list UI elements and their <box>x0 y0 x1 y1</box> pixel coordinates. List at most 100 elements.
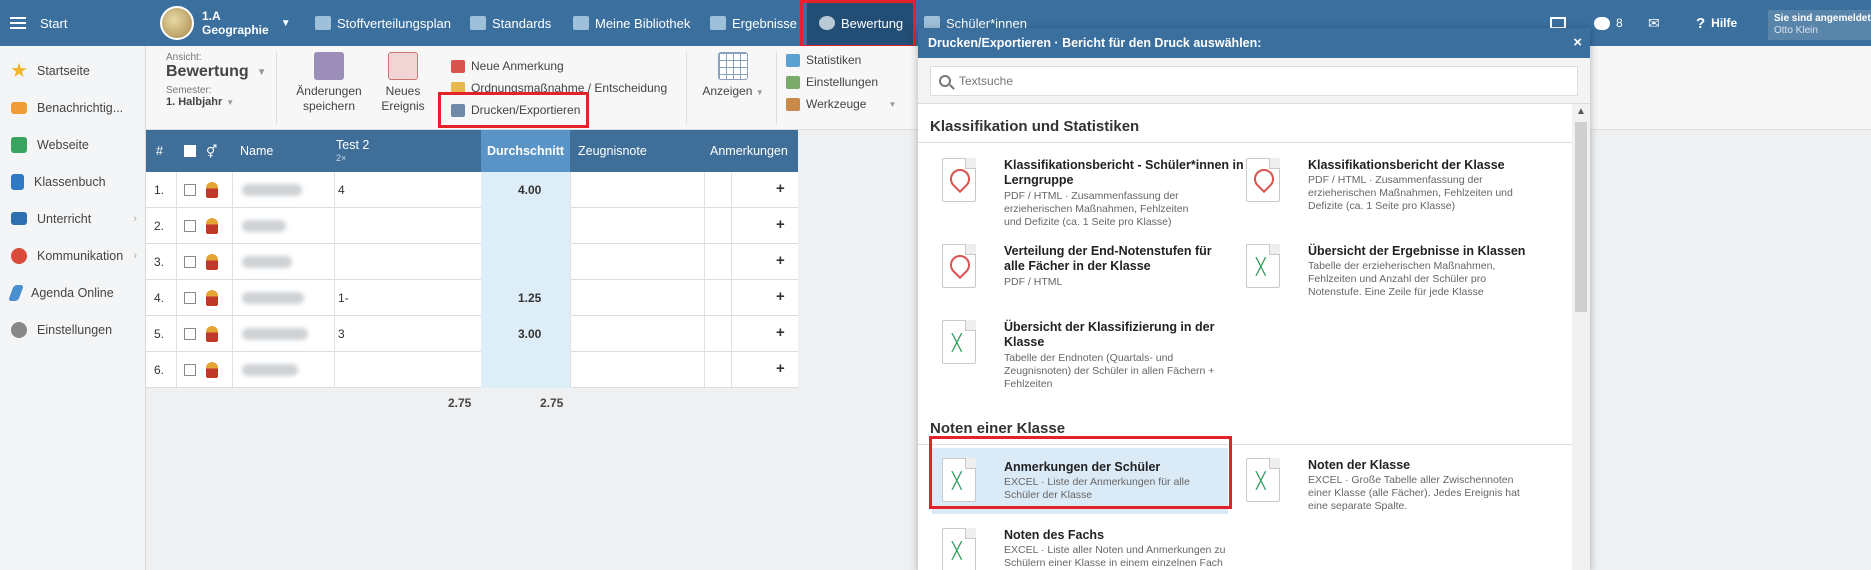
chevron-down-icon: ▼ <box>280 17 291 29</box>
new-note-button[interactable]: Neue Anmerkung <box>451 56 564 76</box>
board-icon <box>11 212 27 225</box>
add-remark-icon[interactable]: + <box>776 324 785 341</box>
start-menu-button[interactable]: Start <box>0 0 146 46</box>
nav-meine-bibliothek[interactable]: Meine Bibliothek <box>573 0 690 46</box>
sidebar-item-webseite[interactable]: Webseite <box>0 126 145 163</box>
student-name-blurred <box>242 184 302 196</box>
table-row[interactable]: 2. + <box>146 208 798 244</box>
show-label: Anzeigen <box>702 84 753 98</box>
sidebar-item-klassenbuch[interactable]: Klassenbuch <box>0 163 145 200</box>
tools-dropdown[interactable]: Werkzeuge ▼ <box>786 94 896 114</box>
table-row[interactable]: 1. 4 4.00 + <box>146 172 798 208</box>
sidebar-item-startseite[interactable]: Startseite <box>0 52 145 89</box>
nav-label: Bewertung <box>841 15 904 31</box>
class-name: 1.A <box>202 9 221 23</box>
user-menu[interactable]: Sie sind angemeldet Otto Klein <box>1768 10 1871 40</box>
student-name-blurred <box>242 220 286 232</box>
report-title: Übersicht der Klassifizierung in der Kla… <box>1004 320 1215 349</box>
search-icon <box>939 75 951 87</box>
nav-stoffverteilungsplan[interactable]: Stoffverteilungsplan <box>315 0 451 46</box>
row-checkbox[interactable] <box>184 328 196 340</box>
sidebar-item-agenda-online[interactable]: Agenda Online <box>0 274 145 311</box>
add-remark-icon[interactable]: + <box>776 360 785 377</box>
sidebar-item-einstellungen[interactable]: Einstellungen <box>0 311 145 348</box>
table-row[interactable]: 6. + <box>146 352 798 388</box>
sidebar-item-kommunikation[interactable]: Kommunikation › <box>0 237 145 274</box>
sidebar-item-label: Unterricht <box>37 211 92 226</box>
class-selector[interactable]: 1.A Geographie ▼ <box>160 0 291 46</box>
calendar-add-icon <box>388 52 418 80</box>
new-event-button[interactable]: Neues Ereignis <box>378 52 428 114</box>
row-num: 6. <box>154 363 165 377</box>
search-input[interactable] <box>959 74 1519 88</box>
statistics-dropdown[interactable]: Statistiken <box>786 50 861 70</box>
sidebar-item-unterricht[interactable]: Unterricht › <box>0 200 145 237</box>
row-checkbox[interactable] <box>184 364 196 376</box>
chevron-down-icon: ▼ <box>755 88 764 97</box>
view-selector[interactable]: Ansicht: Bewertung ▼ Semester: 1. Halbja… <box>166 52 267 136</box>
student-name-blurred <box>242 256 292 268</box>
average-value: 3.00 <box>518 327 542 341</box>
gender-icon: ⚥ <box>206 145 218 159</box>
scroll-thumb[interactable] <box>1575 122 1587 312</box>
table-row[interactable]: 5. 3 3.00 + <box>146 316 798 352</box>
add-remark-icon[interactable]: + <box>776 216 785 233</box>
chevron-down-icon: ▼ <box>226 97 235 107</box>
nav-ergebnisse[interactable]: Ergebnisse <box>710 0 797 46</box>
sidebar-item-label: Webseite <box>37 137 89 152</box>
grid-icon <box>718 52 748 80</box>
nav-standards[interactable]: Standards <box>470 0 551 46</box>
report-description: Tabelle der erzieherischen Maßnahmen, Fe… <box>1308 260 1496 298</box>
average-value: 4.00 <box>518 183 542 197</box>
dialog-scrollbar[interactable]: ▲ <box>1572 104 1590 570</box>
show-dropdown[interactable]: Anzeigen ▼ <box>698 52 768 100</box>
sidebar-item-benachrichtigungen[interactable]: Benachrichtig... <box>0 89 145 126</box>
question-icon: ? <box>1696 14 1706 32</box>
search-field[interactable] <box>930 66 1578 96</box>
note-icon <box>451 59 465 73</box>
table-row[interactable]: 3. + <box>146 244 798 280</box>
add-remark-icon[interactable]: + <box>776 252 785 269</box>
excel-file-icon <box>1246 244 1280 288</box>
scroll-up-icon[interactable]: ▲ <box>1576 106 1586 117</box>
new-note-label: Neue Anmerkung <box>471 59 564 73</box>
row-checkbox[interactable] <box>184 184 196 196</box>
test-grade[interactable]: 1- <box>338 291 349 305</box>
help-button[interactable]: ? Hilfe <box>1696 0 1737 46</box>
student-icon <box>206 254 218 270</box>
col-test[interactable]: Test 2 <box>336 138 369 152</box>
test-grade[interactable]: 4 <box>338 183 345 197</box>
footer-test-average: 2.75 <box>448 396 472 410</box>
messages-button[interactable]: 8 <box>1594 0 1623 46</box>
report-item-selected[interactable]: Anmerkungen der Schüler EXCEL · Liste de… <box>932 448 1228 514</box>
sidebar-item-label: Einstellungen <box>37 322 113 337</box>
start-label: Start <box>40 15 68 31</box>
report-description: Tabelle der Endnoten (Quartals- und Zeug… <box>1004 352 1215 390</box>
chevron-right-icon: › <box>133 249 137 262</box>
row-checkbox[interactable] <box>184 292 196 304</box>
test-grade[interactable]: 3 <box>338 327 345 341</box>
add-remark-icon[interactable]: + <box>776 288 785 305</box>
add-remark-icon[interactable]: + <box>776 180 785 197</box>
save-label-1: Änderungen <box>296 84 362 98</box>
book-icon <box>11 173 24 190</box>
table-row[interactable]: 4. 1- 1.25 + <box>146 280 798 316</box>
row-checkbox[interactable] <box>184 256 196 268</box>
statistics-label: Statistiken <box>806 53 862 67</box>
order-measure-button[interactable]: Ordnungsmaßnahme / Entscheidung <box>451 78 667 98</box>
close-icon[interactable]: × <box>1573 34 1582 51</box>
nav-bewertung[interactable]: Bewertung <box>807 0 916 46</box>
search-area <box>918 58 1590 104</box>
select-all-checkbox[interactable] <box>184 145 196 157</box>
report-description: EXCEL · Große Tabelle aller Zwischennote… <box>1308 474 1520 512</box>
pdf-file-icon <box>942 158 976 202</box>
semester-value: 1. Halbjahr <box>166 96 223 108</box>
settings-button[interactable]: Einstellungen <box>786 72 878 92</box>
mail-button[interactable]: ✉ <box>1648 0 1660 46</box>
class-subject: Geographie <box>202 23 269 37</box>
envelope-icon: ✉ <box>1648 14 1660 31</box>
print-export-button[interactable]: Drucken/Exportieren <box>451 100 580 120</box>
save-button[interactable]: Änderungen speichern <box>294 52 364 114</box>
semester-selector[interactable]: 1. Halbjahr ▼ <box>166 96 267 108</box>
row-checkbox[interactable] <box>184 220 196 232</box>
